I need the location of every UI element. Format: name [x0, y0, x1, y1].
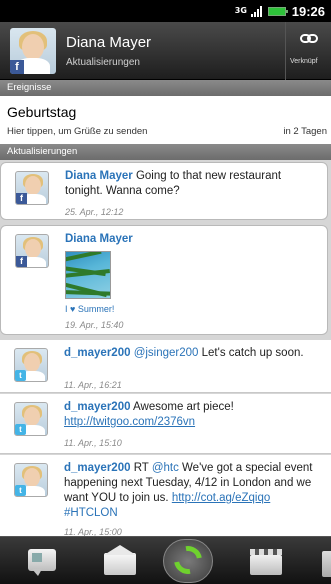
facebook-icon: f — [16, 193, 27, 204]
update-text: d_mayer200 Awesome art piece! http://twit… — [64, 401, 234, 428]
facebook-icon: f — [10, 60, 24, 74]
author-avatar: f — [15, 234, 49, 268]
battery-icon — [267, 6, 288, 16]
refresh-icon[interactable] — [160, 537, 218, 584]
update-author[interactable]: d_mayer200 — [64, 347, 131, 359]
contact-name: Diana Mayer — [66, 34, 152, 51]
update-time: 25. Apr., 12:12 — [65, 207, 124, 217]
message-icon[interactable] — [24, 543, 60, 579]
network-type-indicator: 3G — [234, 6, 247, 15]
update-text: d_mayer200 @jsinger200 Let's catch up so… — [64, 347, 304, 359]
author-avatar: f — [15, 171, 49, 205]
mail-icon[interactable] — [102, 543, 138, 579]
update-time: 11. Apr., 15:10 — [64, 438, 122, 448]
update-card[interactable]: f Diana Mayer Going to that new restaura… — [0, 162, 328, 220]
update-text: Diana Mayer — [65, 232, 321, 247]
status-icons: 3G 19:26 — [235, 2, 325, 20]
author-avatar: t — [14, 402, 48, 436]
update-author[interactable]: Diana Mayer — [65, 233, 133, 245]
media-icon[interactable] — [248, 543, 284, 579]
update-mention[interactable]: @htc — [152, 462, 179, 474]
bottom-toolbar — [0, 536, 331, 584]
event-hint: Hier tippen, um Grüße zu senden — [7, 126, 148, 137]
signal-strength-icon — [250, 5, 262, 17]
twitter-icon: t — [15, 485, 26, 496]
update-photo[interactable] — [65, 251, 111, 299]
update-time: 19. Apr., 15:40 — [65, 320, 124, 330]
contact-header: f Diana Mayer Aktualisierungen Verknüpf — [0, 22, 331, 80]
event-birthday-row[interactable]: Geburtstag Hier tippen, um Grüße zu send… — [0, 96, 331, 144]
updates-list[interactable]: f Diana Mayer Going to that new restaura… — [0, 160, 331, 536]
update-author[interactable]: Diana Mayer — [65, 170, 133, 182]
author-avatar: t — [14, 463, 48, 497]
update-card[interactable]: t d_mayer200 Awesome art piece! http://tw… — [0, 394, 331, 454]
event-when: in 2 Tagen — [283, 126, 327, 137]
more-icon[interactable] — [316, 543, 331, 579]
twitter-icon: t — [15, 424, 26, 435]
update-text: Diana Mayer Going to that new restaurant… — [65, 170, 282, 197]
update-time: 11. Apr., 15:00 — [64, 527, 122, 536]
update-card[interactable]: t d_mayer200 @jsinger200 Let's catch up … — [0, 340, 331, 393]
photo-caption: I ♥ Summer! — [65, 304, 115, 314]
contact-avatar[interactable]: f — [10, 28, 56, 74]
update-hashtag[interactable]: #HTCLON — [64, 507, 118, 519]
update-mention[interactable]: @jsinger200 — [131, 347, 199, 359]
section-header-updates: Aktualisierungen — [0, 144, 331, 160]
update-card[interactable]: f Diana Mayer I ♥ Summer! 19. Apr., 15:4… — [0, 225, 328, 335]
twitter-icon: t — [15, 370, 26, 381]
update-time: 11. Apr., 16:21 — [64, 380, 122, 390]
link-contact-button[interactable]: Verknüpf — [285, 22, 331, 80]
event-title: Geburtstag — [7, 104, 77, 120]
update-author[interactable]: d_mayer200 — [64, 401, 131, 413]
update-link[interactable]: http://twitgoo.com/2376vn — [64, 416, 195, 428]
update-author[interactable]: d_mayer200 — [64, 462, 131, 474]
update-card[interactable]: t d_mayer200 RT @htc We've got a special… — [0, 455, 331, 536]
status-bar: 3G 19:26 — [0, 0, 331, 22]
author-avatar: t — [14, 348, 48, 382]
contact-subtitle: Aktualisierungen — [66, 57, 140, 68]
section-header-events: Ereignisse — [0, 80, 331, 96]
link-contact-label: Verknüpf — [290, 58, 318, 65]
link-icon — [300, 34, 318, 44]
status-time: 19:26 — [291, 3, 325, 19]
update-text: d_mayer200 RT @htc We've got a special e… — [64, 462, 313, 519]
update-link[interactable]: http://cot.ag/eZqiqo — [172, 492, 270, 504]
facebook-icon: f — [16, 256, 27, 267]
